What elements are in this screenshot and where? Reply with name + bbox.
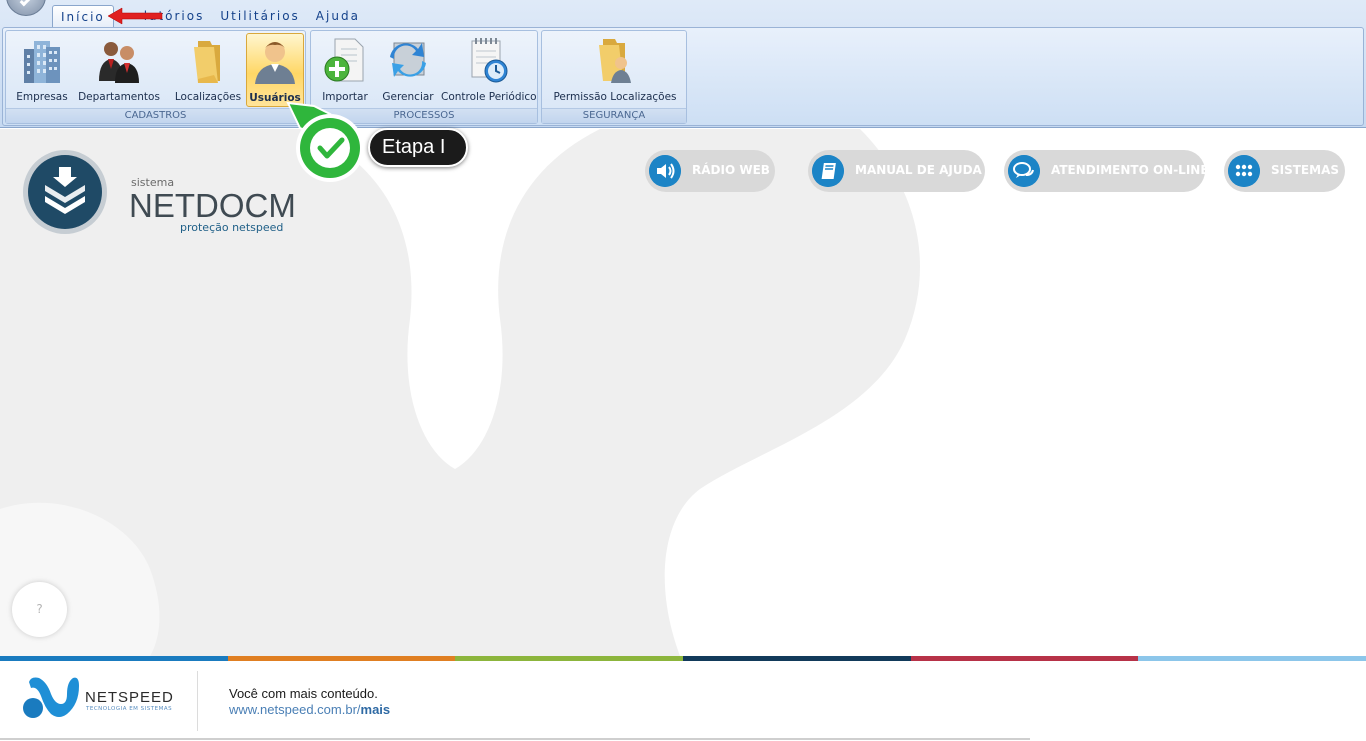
importar-label: Importar — [322, 91, 368, 103]
gerenciar-label: Gerenciar — [382, 91, 434, 103]
permissao-localizacoes-label: Permissão Localizações — [553, 91, 677, 103]
sistemas-label: SISTEMAS — [1271, 163, 1340, 177]
brand-name: NETDOCM — [129, 187, 296, 224]
footer-link-bold: mais — [360, 702, 391, 717]
help-bubble-button[interactable]: ? — [12, 582, 67, 637]
localizacoes-label: Localizações — [174, 91, 242, 103]
brand-tagline: proteção netspeed — [180, 221, 284, 234]
app-window: Início latórios Utilitários Ajuda Empres… — [0, 0, 1366, 741]
group-label-cadastros: CADASTROS — [6, 108, 305, 123]
folder-icon — [194, 41, 220, 83]
sync-icon — [390, 42, 426, 77]
empresas-button[interactable]: Empresas — [10, 33, 74, 107]
gerenciar-button[interactable]: Gerenciar — [379, 33, 437, 107]
importar-button[interactable]: Importar — [317, 33, 373, 107]
folder-user-icon — [599, 39, 631, 83]
bottom-divider — [0, 738, 1030, 740]
group-seguranca: Permissão Localizações SEGURANÇA — [541, 30, 687, 124]
tab-relatorios[interactable]: latórios — [136, 5, 213, 27]
ribbon: Início latórios Utilitários Ajuda Empres… — [0, 0, 1366, 128]
calendar-clock-icon — [471, 38, 508, 83]
departamentos-label: Departamentos — [78, 91, 160, 103]
usuarios-button[interactable]: Usuários — [246, 33, 304, 107]
user-icon — [255, 42, 295, 84]
footer: NETSPEED TECNOLOGIA EM SISTEMAS Você com… — [0, 661, 1366, 741]
atendimento-online-button[interactable]: ATENDIMENTO ON-LINE — [1004, 150, 1209, 192]
empresas-label: Empresas — [16, 91, 68, 103]
tab-ajuda[interactable]: Ajuda — [308, 5, 368, 27]
group-label-seguranca: SEGURANÇA — [542, 108, 686, 123]
netdocm-brand: sistema NETDOCM proteção netspeed — [22, 149, 322, 239]
footer-divider — [197, 671, 198, 731]
ribbon-tabs: Início latórios Utilitários Ajuda — [52, 5, 368, 27]
buildings-icon — [24, 41, 60, 83]
sistemas-button[interactable]: SISTEMAS — [1224, 150, 1345, 192]
people-icon — [99, 42, 139, 83]
manual-de-ajuda-label: MANUAL DE AJUDA — [855, 163, 982, 177]
main-area: sistema NETDOCM proteção netspeed RÁDIO … — [0, 129, 1366, 656]
speaker-icon — [649, 155, 681, 187]
permissao-localizacoes-button[interactable]: Permissão Localizações — [550, 33, 680, 107]
controle-periodico-label: Controle Periódico — [441, 91, 537, 103]
localizacoes-button[interactable]: Localizações — [174, 33, 242, 107]
radio-web-button[interactable]: RÁDIO WEB — [645, 150, 775, 192]
controle-periodico-button[interactable]: Controle Periódico — [441, 33, 537, 107]
grid-dots-icon — [1228, 155, 1260, 187]
atendimento-online-label: ATENDIMENTO ON-LINE — [1051, 163, 1209, 177]
netspeed-brand-name: NETSPEED — [85, 689, 174, 706]
tab-inicio[interactable]: Início — [52, 5, 114, 27]
usuarios-label: Usuários — [249, 92, 301, 104]
document-add-icon — [324, 38, 364, 82]
footer-link-prefix: www.netspeed.com.br/ — [229, 702, 361, 717]
manual-de-ajuda-button[interactable]: MANUAL DE AJUDA — [808, 150, 985, 192]
netspeed-logo-icon — [23, 677, 79, 718]
group-label-processos: PROCESSOS — [311, 108, 537, 123]
netspeed-brand-sub: TECNOLOGIA EM SISTEMAS — [86, 706, 173, 712]
netdocm-logo-icon — [23, 150, 107, 234]
chat-icon — [1008, 155, 1040, 187]
book-icon — [812, 155, 844, 187]
chevron-down-icon — [19, 0, 33, 7]
group-processos: Importar Gerenciar Controle Periódico PR… — [310, 30, 538, 124]
group-cadastros: Empresas Departamentos Localizações Usuá… — [5, 30, 306, 124]
departamentos-button[interactable]: Departamentos — [78, 33, 160, 107]
app-menu-button[interactable] — [6, 0, 46, 16]
footer-link[interactable]: www.netspeed.com.br/mais — [229, 702, 390, 717]
ribbon-panel: Empresas Departamentos Localizações Usuá… — [2, 27, 1364, 126]
tab-utilitarios[interactable]: Utilitários — [212, 5, 307, 27]
footer-tagline: Você com mais conteúdo. — [229, 686, 378, 701]
radio-web-label: RÁDIO WEB — [692, 163, 770, 177]
